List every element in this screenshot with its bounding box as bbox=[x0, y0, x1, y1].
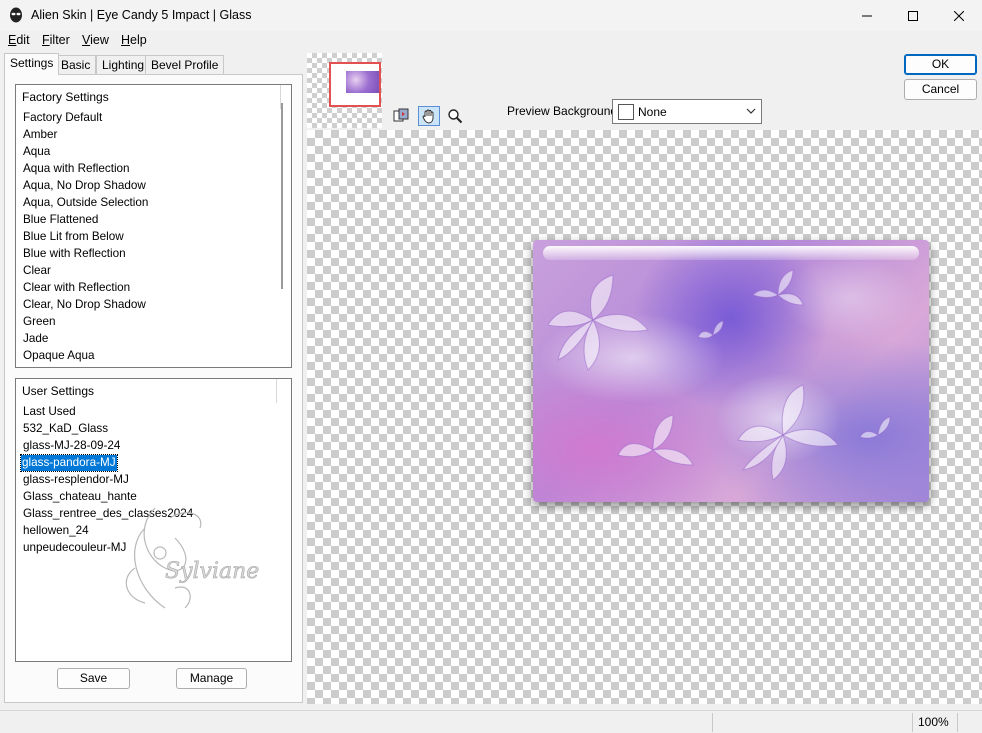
maximize-icon bbox=[908, 10, 918, 21]
tab-bevel-profile[interactable]: Bevel Profile bbox=[145, 55, 225, 75]
toggle-preview-button[interactable] bbox=[390, 106, 412, 126]
factory-item[interactable]: Amber bbox=[22, 127, 58, 143]
menu-view-label: iew bbox=[90, 33, 109, 47]
factory-settings-header: Factory Settings bbox=[16, 85, 281, 109]
status-separator bbox=[912, 713, 913, 732]
menu-help-label: elp bbox=[130, 33, 147, 47]
user-item[interactable]: glass-MJ-28-09-24 bbox=[22, 438, 121, 454]
cancel-button[interactable]: Cancel bbox=[904, 79, 977, 100]
chevron-down-icon bbox=[746, 108, 756, 114]
factory-item[interactable]: Aqua bbox=[22, 144, 51, 160]
menu-help[interactable]: Help bbox=[121, 33, 147, 47]
tab-basic[interactable]: Basic bbox=[55, 55, 97, 75]
alien-skin-logo-icon bbox=[8, 7, 24, 23]
pan-tool-button[interactable] bbox=[418, 106, 440, 126]
sylviane-watermark: Sylviane bbox=[115, 498, 265, 628]
factory-item[interactable]: Blue Lit from Below bbox=[22, 229, 125, 245]
factory-item[interactable]: Opaque Aqua bbox=[22, 348, 96, 364]
flower-artwork bbox=[547, 269, 891, 481]
menu-bar: Edit Filter View Help bbox=[0, 31, 982, 51]
zoom-tool-button[interactable] bbox=[444, 106, 466, 126]
hand-icon bbox=[422, 109, 434, 124]
preview-background-value: None bbox=[638, 105, 667, 119]
zoom-level: 100% bbox=[918, 715, 949, 729]
title-bar: Alien Skin | Eye Candy 5 Impact | Glass bbox=[0, 0, 982, 31]
ok-button[interactable]: OK bbox=[904, 54, 977, 75]
navigator-image bbox=[346, 71, 379, 93]
factory-item[interactable]: Clear with Reflection bbox=[22, 280, 131, 296]
magnifier-icon bbox=[448, 109, 463, 124]
close-icon bbox=[954, 10, 964, 21]
user-settings-header: User Settings bbox=[16, 379, 277, 403]
status-bar: 100% bbox=[0, 710, 982, 733]
factory-item[interactable]: Jade bbox=[22, 331, 49, 347]
tab-settings[interactable]: Settings bbox=[4, 53, 60, 75]
window-title: Alien Skin | Eye Candy 5 Impact | Glass bbox=[31, 8, 252, 22]
user-item[interactable]: glass-resplendor-MJ bbox=[22, 472, 130, 488]
tab-lighting[interactable]: Lighting bbox=[96, 55, 151, 75]
user-item[interactable]: Last Used bbox=[22, 404, 77, 420]
factory-item[interactable]: Aqua, No Drop Shadow bbox=[22, 178, 147, 194]
factory-item[interactable]: Blue with Reflection bbox=[22, 246, 127, 262]
factory-item[interactable]: Clear, No Drop Shadow bbox=[22, 297, 147, 313]
user-item[interactable]: 532_KaD_Glass bbox=[22, 421, 109, 437]
settings-tabs: Settings Basic Lighting Bevel Profile bbox=[4, 53, 304, 75]
minimize-button[interactable] bbox=[844, 0, 890, 31]
close-button[interactable] bbox=[936, 0, 982, 31]
factory-item[interactable]: Factory Default bbox=[22, 110, 103, 126]
menu-edit[interactable]: Edit bbox=[8, 33, 30, 47]
user-item-selected[interactable]: glass-pandora-MJ bbox=[20, 454, 118, 472]
menu-view[interactable]: View bbox=[82, 33, 109, 47]
status-separator bbox=[712, 713, 713, 732]
factory-list-scrollbar[interactable] bbox=[281, 103, 283, 289]
preview-background-select[interactable]: None bbox=[612, 99, 762, 124]
factory-settings-list[interactable]: Factory Settings Factory Default Amber A… bbox=[15, 84, 292, 368]
preview-background-label: Preview Background: bbox=[507, 104, 621, 118]
user-item[interactable]: unpeudecouleur-MJ bbox=[22, 540, 127, 556]
factory-item[interactable]: Green bbox=[22, 314, 56, 330]
save-button[interactable]: Save bbox=[57, 668, 130, 689]
maximize-button[interactable] bbox=[890, 0, 936, 31]
menu-view-accel: V bbox=[82, 33, 91, 47]
menu-filter-accel: F bbox=[42, 33, 50, 47]
toggle-preview-icon bbox=[393, 108, 409, 122]
status-separator bbox=[957, 713, 958, 732]
preview-image bbox=[533, 240, 929, 502]
factory-item[interactable]: Clear bbox=[22, 263, 52, 279]
menu-filter[interactable]: Filter bbox=[42, 33, 70, 47]
preview-background-swatch bbox=[618, 104, 634, 120]
menu-edit-label: dit bbox=[16, 33, 30, 47]
factory-item[interactable]: Aqua, Outside Selection bbox=[22, 195, 149, 211]
minimize-icon bbox=[862, 15, 872, 16]
factory-item[interactable]: Aqua with Reflection bbox=[22, 161, 131, 177]
manage-button[interactable]: Manage bbox=[176, 668, 247, 689]
menu-filter-label: ilter bbox=[49, 33, 70, 47]
user-item[interactable]: hellowen_24 bbox=[22, 523, 90, 539]
factory-item[interactable]: Blue Flattened bbox=[22, 212, 99, 228]
watermark-text: Sylviane bbox=[165, 559, 259, 584]
menu-help-accel: H bbox=[121, 33, 131, 47]
